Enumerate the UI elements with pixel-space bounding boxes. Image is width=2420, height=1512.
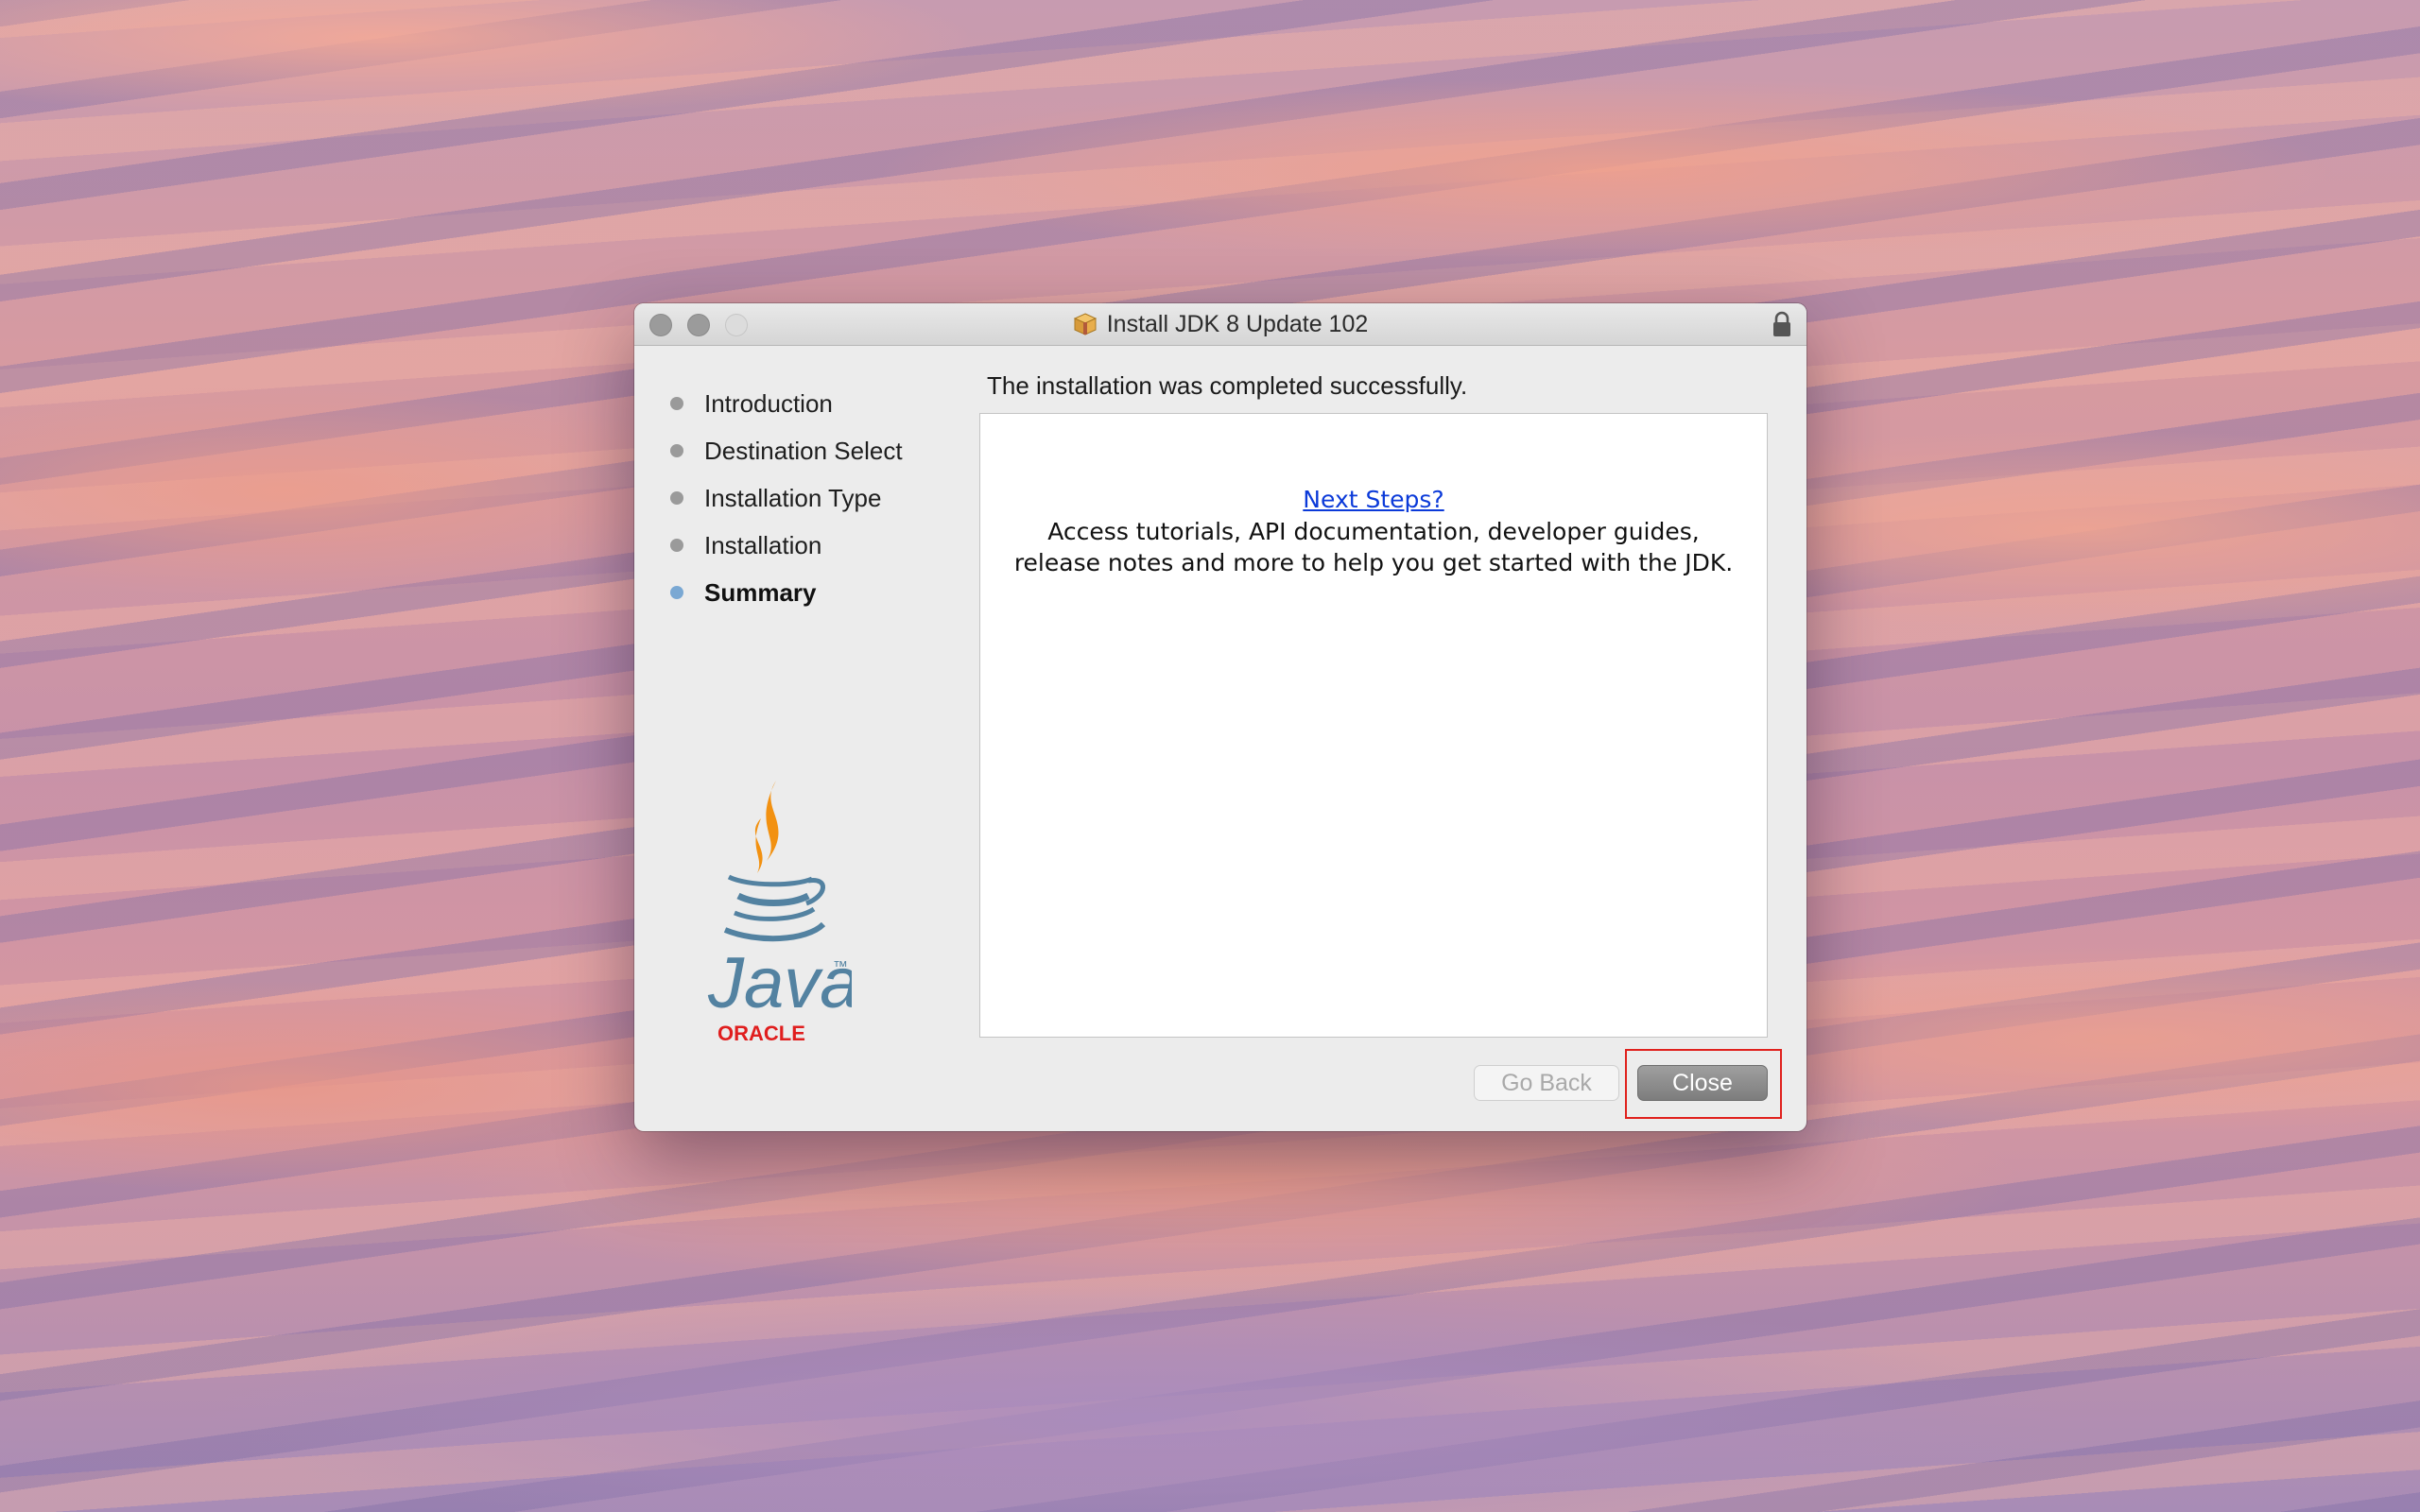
lock-icon [1773, 311, 1790, 336]
next-steps-description: Access tutorials, API documentation, dev… [1013, 518, 1734, 576]
step-installation: Installation [670, 526, 821, 564]
window-title: Install JDK 8 Update 102 [1106, 310, 1369, 337]
title-bar[interactable]: Install JDK 8 Update 102 [634, 303, 1806, 346]
step-destination-select: Destination Select [670, 432, 903, 470]
oracle-wordmark: ORACLE [717, 1022, 805, 1045]
step-bullet-icon [670, 444, 683, 457]
step-introduction: Introduction [670, 385, 833, 422]
step-label: Installation Type [704, 483, 882, 512]
go-back-button: Go Back [1474, 1065, 1619, 1101]
step-installation-type: Installation Type [670, 479, 881, 517]
step-bullet-icon [670, 539, 683, 552]
installer-window: Install JDK 8 Update 102 Introduction De… [634, 303, 1806, 1131]
window-title-group: Install JDK 8 Update 102 [634, 303, 1806, 345]
java-wordmark: Java [707, 943, 852, 1023]
close-button[interactable]: Close [1637, 1065, 1768, 1101]
step-label: Installation [704, 530, 822, 559]
java-trademark: ™ [833, 959, 848, 975]
step-bullet-icon [670, 491, 683, 505]
step-label: Summary [704, 577, 817, 607]
step-summary: Summary [670, 574, 817, 611]
package-icon [1073, 313, 1097, 335]
java-steam-icon [766, 781, 779, 861]
step-bullet-icon [670, 397, 683, 410]
java-oracle-logo: Java ™ ORACLE [707, 781, 852, 1045]
summary-content-panel: Next Steps? Access tutorials, API docume… [979, 413, 1768, 1038]
step-label: Destination Select [704, 436, 903, 465]
page-heading: The installation was completed successfu… [987, 371, 1468, 400]
step-bullet-active-icon [670, 586, 683, 599]
step-label: Introduction [704, 388, 833, 418]
next-steps-link[interactable]: Next Steps? [980, 486, 1767, 513]
